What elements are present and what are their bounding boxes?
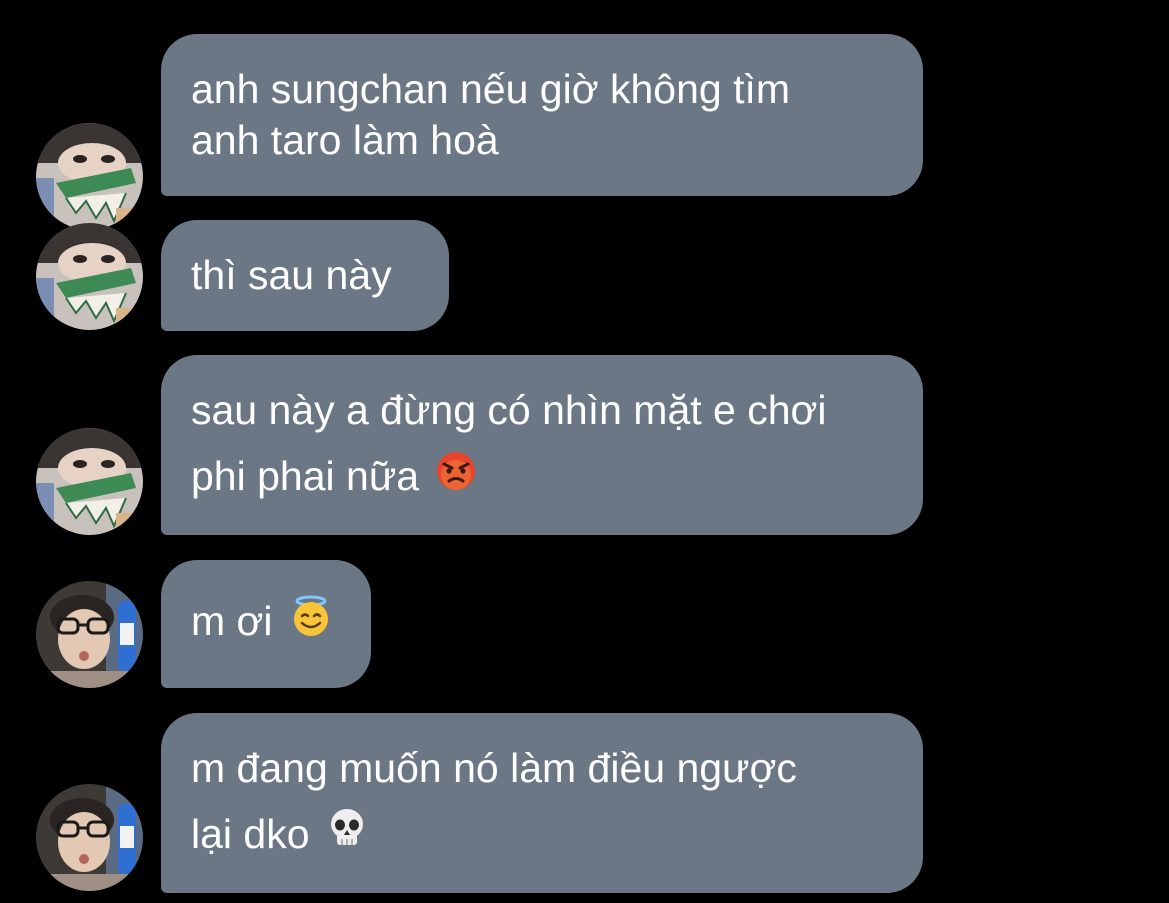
message-row: sau này a đừng có nhìn mặt e chơi phi ph… bbox=[0, 355, 1169, 535]
message-line: sau này a đừng có nhìn mặt e chơi bbox=[191, 387, 827, 434]
avatar-photo-a bbox=[36, 223, 143, 330]
message-row: anh sungchan nếu giờ không tìm anh taro … bbox=[0, 34, 1169, 230]
message-line: lại dko bbox=[191, 811, 310, 858]
avatar[interactable] bbox=[36, 784, 143, 891]
chat-thread: anh sungchan nếu giờ không tìm anh taro … bbox=[0, 0, 1169, 903]
avatar[interactable] bbox=[36, 428, 143, 535]
message-bubble[interactable]: m đang muốn nó làm điều ngược lại dko bbox=[161, 713, 923, 893]
message-bubble[interactable]: anh sungchan nếu giờ không tìm anh taro … bbox=[161, 34, 923, 196]
message-line-with-emoji: m ơi bbox=[191, 595, 341, 651]
avatar[interactable] bbox=[36, 123, 143, 230]
message-line-with-emoji: lại dko bbox=[191, 801, 893, 870]
message-bubble[interactable]: thì sau này bbox=[161, 220, 449, 331]
avatar-photo-b bbox=[36, 784, 143, 891]
angry-face-icon bbox=[436, 444, 476, 510]
message-line: m đang muốn nó làm điều ngược bbox=[191, 745, 797, 792]
message-line: thì sau này bbox=[191, 252, 392, 298]
message-line: anh sungchan nếu giờ không tìm bbox=[191, 66, 791, 112]
message-line-with-emoji: phi phai nữa bbox=[191, 443, 893, 512]
avatar-photo-a bbox=[36, 428, 143, 535]
avatar-photo-b bbox=[36, 581, 143, 688]
message-row: m ơi bbox=[0, 560, 1169, 688]
avatar-photo-a bbox=[36, 123, 143, 230]
message-line: anh taro làm hoà bbox=[191, 117, 499, 163]
skull-icon bbox=[327, 802, 367, 868]
message-row: m đang muốn nó làm điều ngược lại dko bbox=[0, 713, 1169, 893]
message-line: phi phai nữa bbox=[191, 453, 420, 500]
smiling-face-with-halo-icon bbox=[290, 595, 332, 649]
avatar[interactable] bbox=[36, 223, 143, 330]
message-row: thì sau này bbox=[0, 220, 1169, 331]
avatar[interactable] bbox=[36, 581, 143, 688]
message-bubble[interactable]: m ơi bbox=[161, 560, 371, 688]
message-line: m ơi bbox=[191, 598, 273, 645]
message-bubble[interactable]: sau này a đừng có nhìn mặt e chơi phi ph… bbox=[161, 355, 923, 535]
